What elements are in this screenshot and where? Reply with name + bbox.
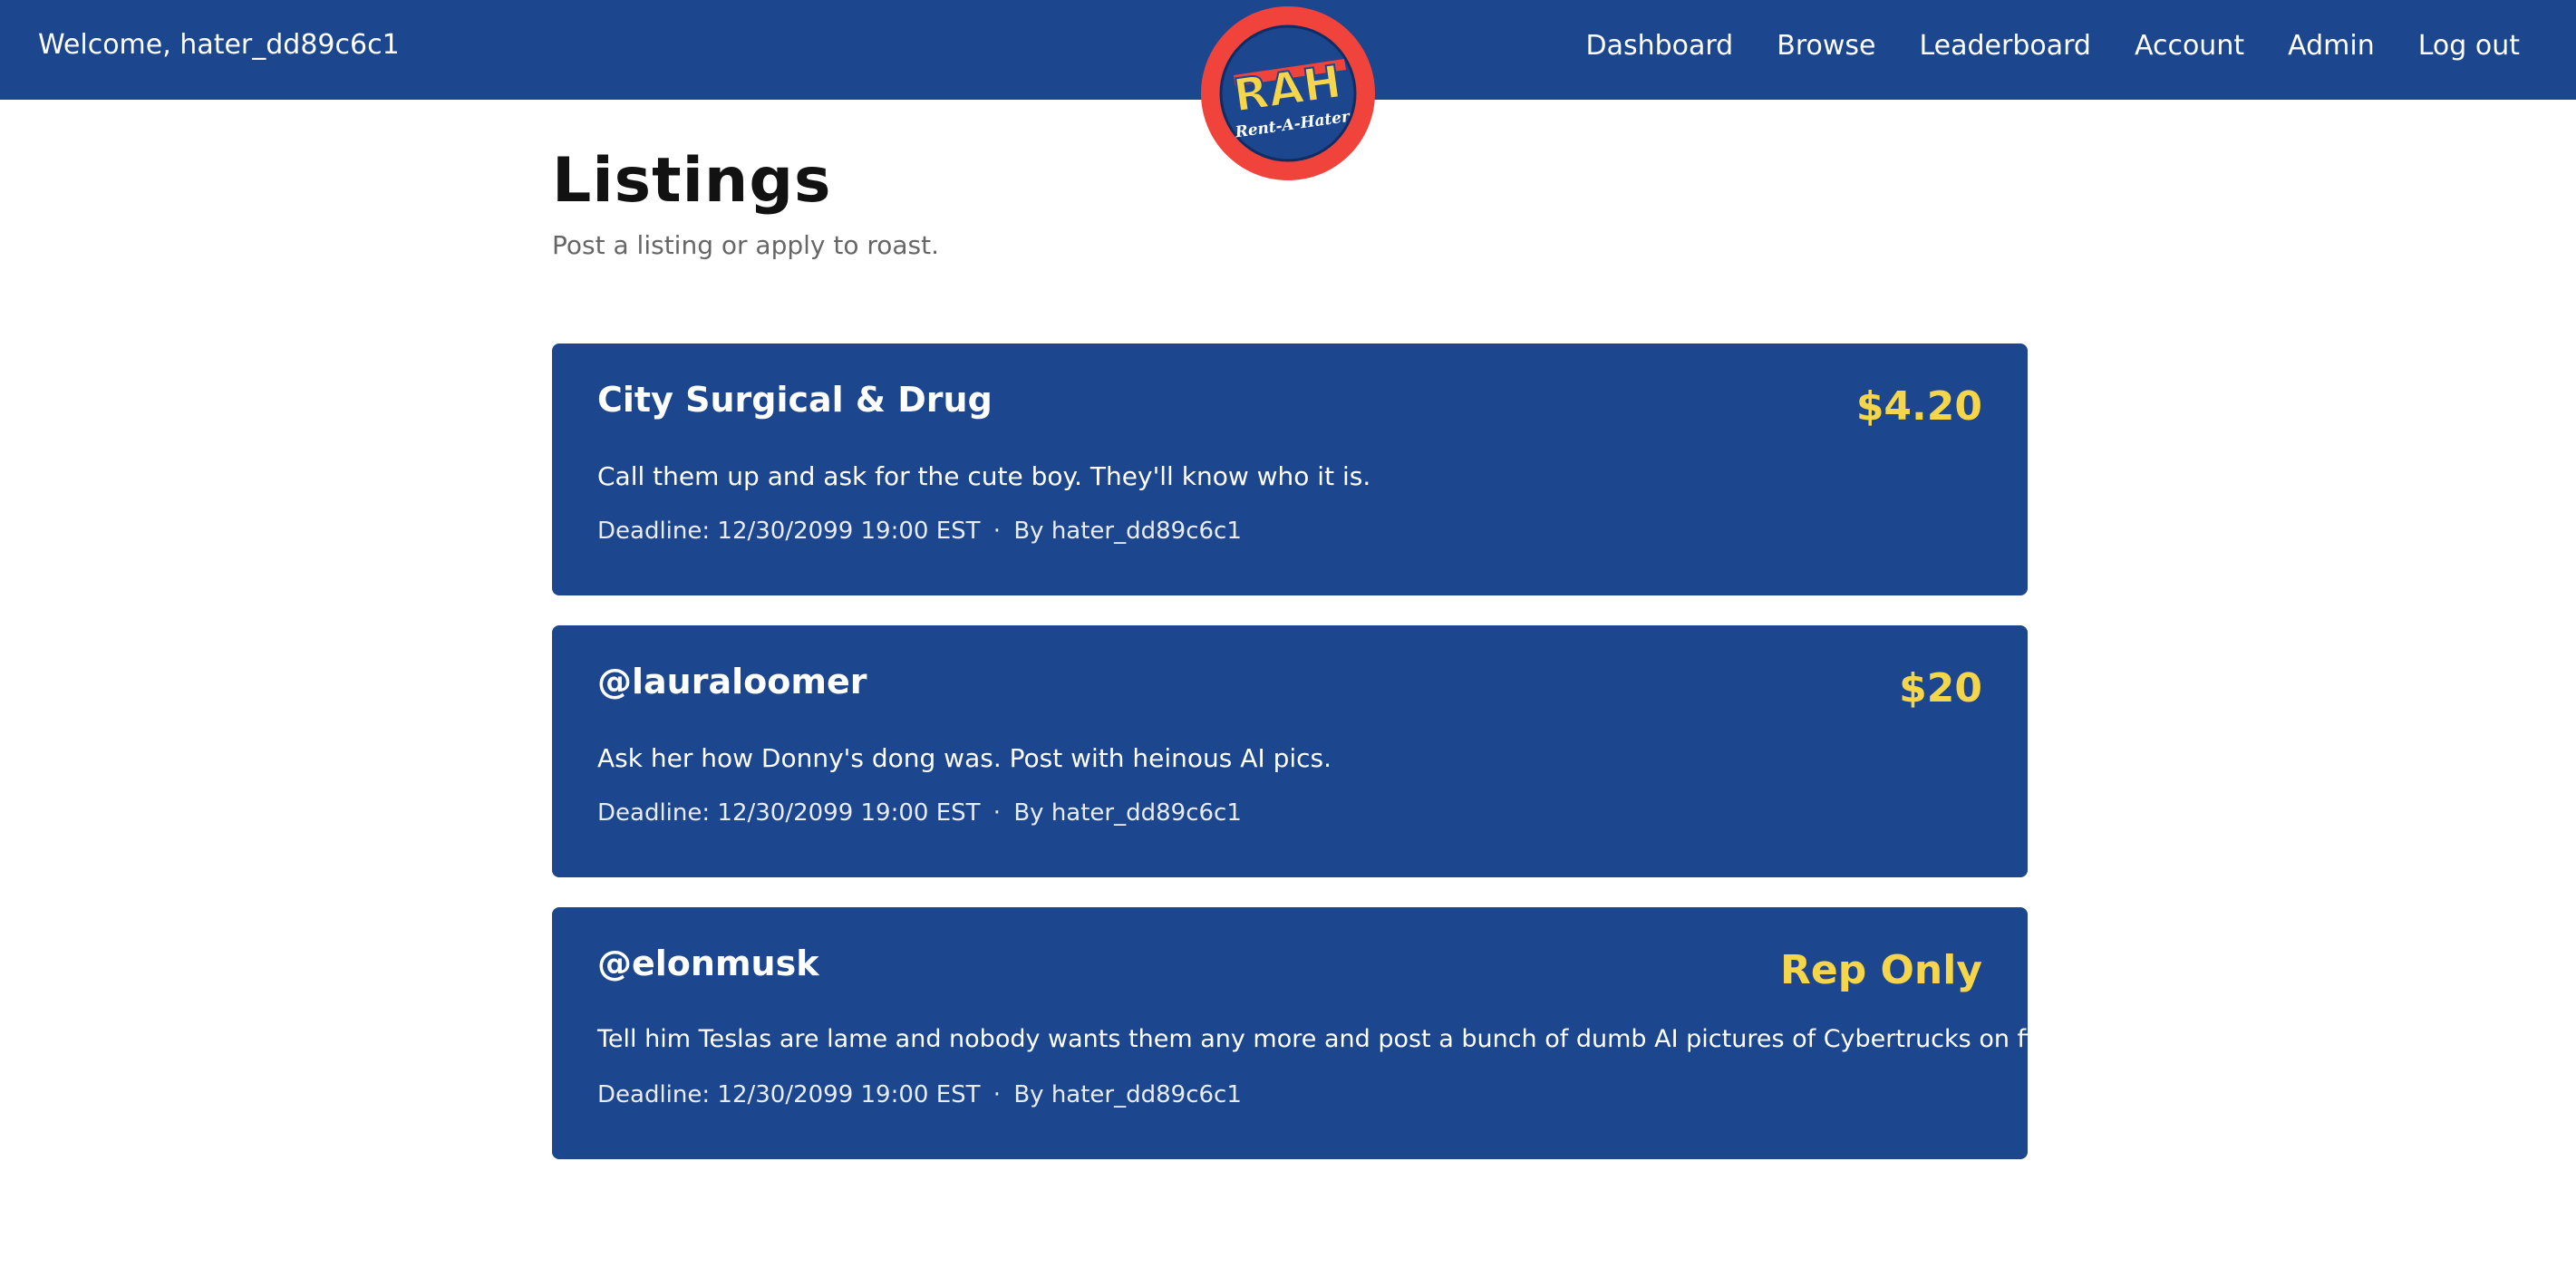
listing-card[interactable]: @lauraloomer $20 Ask her how Donny's don… <box>552 625 2028 877</box>
rah-logo-icon: RAH Rent-A-Hater <box>1201 6 1375 180</box>
listing-title: City Surgical & Drug <box>597 380 993 420</box>
listing-price: Rep Only <box>1779 947 1982 993</box>
listing-meta: Deadline: 12/30/2099 19:00 EST · By hate… <box>597 518 1242 545</box>
listing-price: $20 <box>1899 665 1982 711</box>
listing-meta: Deadline: 12/30/2099 19:00 EST · By hate… <box>597 1081 1242 1108</box>
listing-description: Ask her how Donny's dong was. Post with … <box>597 743 1332 773</box>
rah-logo[interactable]: RAH Rent-A-Hater <box>1199 5 1377 182</box>
nav-logout-link[interactable]: Log out <box>2418 30 2520 62</box>
nav-admin-link[interactable]: Admin <box>2288 30 2375 62</box>
nav-browse-link[interactable]: Browse <box>1777 30 1875 62</box>
main-nav: Dashboard Browse Leaderboard Account Adm… <box>1585 0 2520 91</box>
listing-author: By hater_dd89c6c1 <box>1013 518 1242 545</box>
listing-card[interactable]: @elonmusk Rep Only Tell him Teslas are l… <box>552 907 2065 1159</box>
listing-card[interactable]: City Surgical & Drug $4.20 Call them up … <box>552 344 2028 595</box>
listing-title: @lauraloomer <box>597 662 867 702</box>
listing-author: By hater_dd89c6c1 <box>1013 1081 1242 1108</box>
listing-deadline: Deadline: 12/30/2099 19:00 EST <box>597 1081 981 1108</box>
page-subtitle: Post a listing or apply to roast. <box>552 230 940 260</box>
welcome-text: Welcome, hater_dd89c6c1 <box>38 29 400 61</box>
listing-description: Call them up and ask for the cute boy. T… <box>597 461 1371 491</box>
listing-deadline: Deadline: 12/30/2099 19:00 EST <box>597 518 981 545</box>
listing-title: @elonmusk <box>597 943 819 983</box>
listing-deadline: Deadline: 12/30/2099 19:00 EST <box>597 799 981 827</box>
meta-separator: · <box>993 799 1002 827</box>
page-title: Listings <box>552 145 832 217</box>
listing-author: By hater_dd89c6c1 <box>1013 799 1242 827</box>
meta-separator: · <box>993 518 1002 545</box>
nav-dashboard-link[interactable]: Dashboard <box>1585 30 1733 62</box>
listing-meta: Deadline: 12/30/2099 19:00 EST · By hate… <box>597 799 1242 827</box>
nav-account-link[interactable]: Account <box>2135 30 2244 62</box>
listing-description: Tell him Teslas are lame and nobody want… <box>597 1025 2066 1053</box>
nav-leaderboard-link[interactable]: Leaderboard <box>1919 30 2091 62</box>
listing-price: $4.20 <box>1855 383 1982 430</box>
meta-separator: · <box>993 1081 1002 1108</box>
